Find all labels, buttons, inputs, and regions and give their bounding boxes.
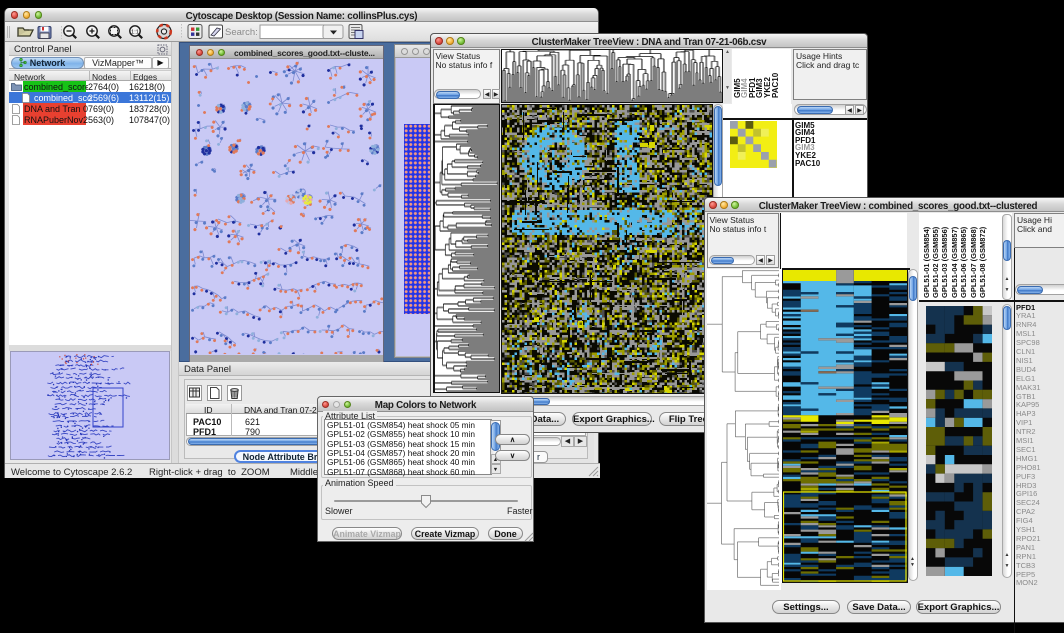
svg-text:1:1: 1:1 bbox=[131, 30, 139, 36]
svg-text:Search:: Search: bbox=[225, 27, 258, 38]
